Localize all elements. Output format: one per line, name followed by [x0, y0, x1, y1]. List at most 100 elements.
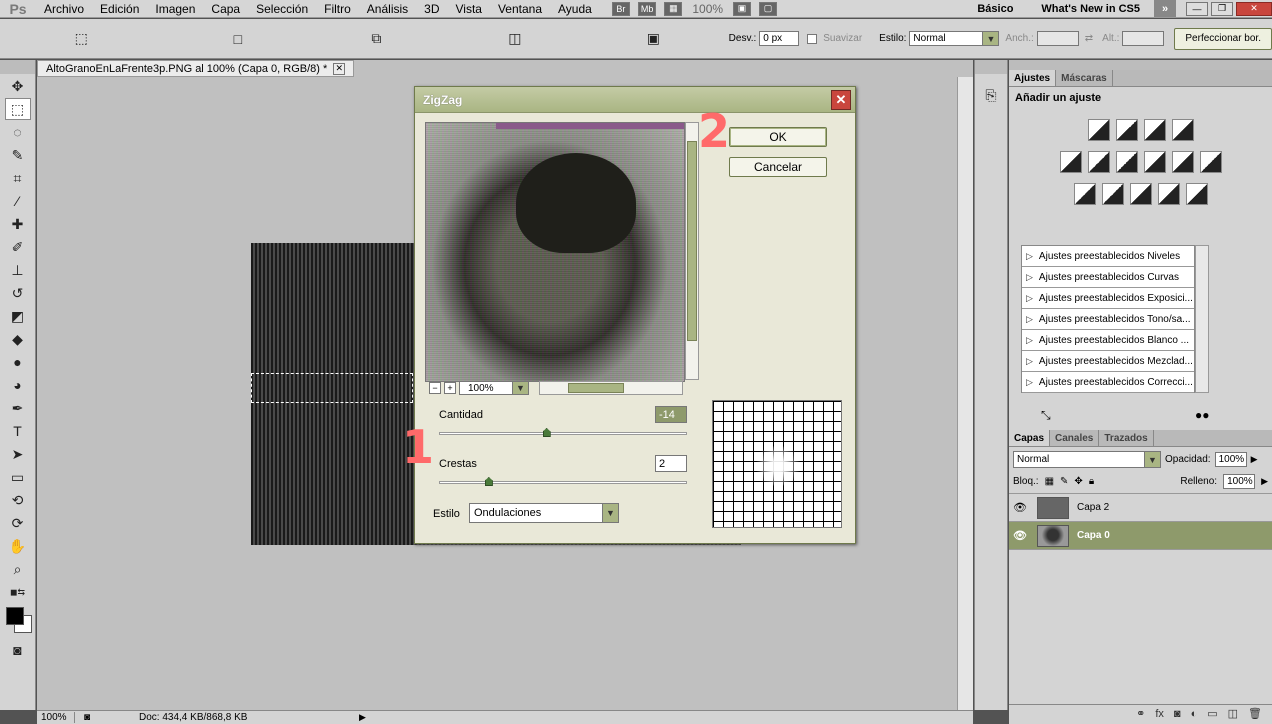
- hue-saturation-icon[interactable]: [1087, 151, 1110, 173]
- preview-zoom-select[interactable]: 100% ▼: [459, 381, 529, 395]
- minibridge-button[interactable]: Mb: [637, 1, 657, 16]
- brush-tool-icon[interactable]: ✐: [5, 236, 31, 258]
- document-tab[interactable]: AltoGranoEnLaFrente3p.PNG al 100% (Capa …: [37, 60, 355, 77]
- lock-pixels-icon[interactable]: ✎: [1060, 476, 1068, 487]
- screen-mode-icon[interactable]: ▢: [759, 1, 778, 16]
- more-workspaces-icon[interactable]: »: [1154, 0, 1176, 17]
- lock-transparency-icon[interactable]: ▦: [1045, 476, 1054, 487]
- threshold-icon[interactable]: [1129, 183, 1152, 205]
- amount-slider[interactable]: [439, 428, 687, 437]
- width-input[interactable]: [1036, 31, 1079, 46]
- workspace-basic[interactable]: Básico: [963, 3, 1027, 15]
- paint-bucket-icon[interactable]: ◆: [5, 328, 31, 350]
- amount-input[interactable]: -14: [655, 406, 687, 423]
- fill-arrow-icon[interactable]: ▶: [1261, 476, 1268, 487]
- photo-filter-icon[interactable]: [1171, 151, 1194, 173]
- visibility-eye-icon[interactable]: 👁︎: [1009, 529, 1031, 542]
- list-item[interactable]: ▷ Ajustes preestablecidos Mezclad...: [1022, 351, 1194, 372]
- extras-icon[interactable]: ▦: [664, 1, 683, 16]
- close-doc-icon[interactable]: ✕: [333, 62, 346, 75]
- expand-icon[interactable]: ▷: [1026, 377, 1033, 388]
- tab-trazados[interactable]: Trazados: [1099, 430, 1154, 446]
- menu-archivo[interactable]: Archivo: [36, 0, 92, 18]
- menu-3d[interactable]: 3D: [416, 0, 447, 18]
- ridges-slider-thumb[interactable]: [484, 477, 493, 486]
- zoom-level[interactable]: 100%: [692, 2, 723, 16]
- quick-mask-icon[interactable]: ◙: [5, 639, 31, 661]
- list-item[interactable]: ▷ Ajustes preestablecidos Blanco ...: [1022, 330, 1194, 351]
- posterize-icon[interactable]: [1101, 183, 1124, 205]
- tab-ajustes[interactable]: Ajustes: [1009, 70, 1057, 86]
- 3d-orbit-icon[interactable]: ⟳: [5, 512, 31, 534]
- marquee-tool-icon[interactable]: ⬚: [4, 98, 31, 120]
- invert-icon[interactable]: [1073, 183, 1096, 205]
- blur-tool-icon[interactable]: ●: [5, 351, 31, 373]
- style-select[interactable]: Normal ▼: [909, 31, 1000, 46]
- list-item[interactable]: ▷ Ajustes preestablecidos Curvas: [1022, 267, 1194, 288]
- tab-mascaras[interactable]: Máscaras: [1056, 70, 1113, 86]
- ok-button[interactable]: OK: [729, 127, 827, 147]
- list-item[interactable]: ▷ Ajustes preestablecidos Niveles: [1022, 246, 1194, 267]
- eraser-tool-icon[interactable]: ◩: [5, 305, 31, 327]
- history-panel-icon[interactable]: ⎘: [978, 84, 1004, 106]
- new-group-icon[interactable]: ▭: [1207, 707, 1217, 720]
- style-select[interactable]: Ondulaciones ▼: [469, 503, 619, 523]
- ridges-input[interactable]: 2: [655, 455, 687, 472]
- height-input[interactable]: [1122, 31, 1165, 46]
- channel-mixer-icon[interactable]: [1199, 151, 1222, 173]
- quick-select-tool-icon[interactable]: ✎: [5, 144, 31, 166]
- foreground-color[interactable]: [6, 607, 24, 625]
- workspace-new[interactable]: What's New in CS5: [1027, 3, 1154, 15]
- curves-icon[interactable]: [1143, 119, 1166, 141]
- lasso-tool-icon[interactable]: ◌: [5, 121, 31, 143]
- layer-mask-icon[interactable]: ◙: [1174, 708, 1181, 720]
- lock-all-icon[interactable]: 🔒︎: [1089, 476, 1094, 487]
- 3d-rotate-icon[interactable]: ⟲: [5, 489, 31, 511]
- ridges-slider[interactable]: [439, 477, 687, 486]
- status-arrow-icon[interactable]: ▶: [359, 712, 366, 723]
- visibility-eye-icon[interactable]: 👁︎: [1009, 501, 1031, 514]
- filter-preview[interactable]: [425, 122, 685, 382]
- color-swatches[interactable]: [4, 605, 32, 637]
- history-brush-icon[interactable]: ↺: [5, 282, 31, 304]
- expand-icon[interactable]: ▷: [1026, 251, 1033, 262]
- expand-icon[interactable]: ▷: [1026, 293, 1033, 304]
- fill-input[interactable]: 100%: [1223, 474, 1256, 489]
- document-scrollbar[interactable]: [957, 77, 973, 710]
- blend-mode-select[interactable]: Normal ▼: [1013, 451, 1161, 468]
- expand-icon[interactable]: ▷: [1026, 335, 1033, 346]
- stamp-tool-icon[interactable]: ⊥: [5, 259, 31, 281]
- brightness-icon[interactable]: [1087, 119, 1110, 141]
- menu-ventana[interactable]: Ventana: [490, 0, 550, 18]
- preview-vscroll-thumb[interactable]: [687, 141, 697, 341]
- cancel-button[interactable]: Cancelar: [729, 157, 827, 177]
- menu-imagen[interactable]: Imagen: [147, 0, 203, 18]
- add-selection-icon[interactable]: ⧉: [367, 28, 385, 50]
- status-icon[interactable]: ◙: [75, 712, 99, 723]
- opacity-arrow-icon[interactable]: ▶: [1251, 454, 1258, 465]
- expand-icon[interactable]: ▷: [1026, 356, 1033, 367]
- delete-layer-icon[interactable]: 🗑︎: [1248, 707, 1262, 720]
- restore-icon[interactable]: ❐: [1211, 1, 1233, 16]
- swap-icon[interactable]: ⇄: [1085, 33, 1093, 44]
- default-colors-icon[interactable]: ◼⇆: [5, 581, 31, 603]
- new-selection-icon[interactable]: □: [229, 28, 247, 50]
- tab-capas[interactable]: Capas: [1009, 430, 1051, 446]
- amount-slider-thumb[interactable]: [542, 428, 551, 437]
- panel-circles-icon[interactable]: ●●: [1195, 408, 1210, 422]
- layer-style-icon[interactable]: fx: [1155, 708, 1164, 720]
- eyedropper-tool-icon[interactable]: ⁄: [5, 190, 31, 212]
- minimize-icon[interactable]: —: [1186, 1, 1208, 16]
- vibrance-icon[interactable]: [1059, 151, 1082, 173]
- path-select-icon[interactable]: ➤: [5, 443, 31, 465]
- intersect-selection-icon[interactable]: ▣: [644, 28, 662, 50]
- bridge-button[interactable]: Br: [611, 1, 630, 16]
- list-item[interactable]: ▷ Ajustes preestablecidos Tono/sa...: [1022, 309, 1194, 330]
- list-item[interactable]: ▷ Ajustes preestablecidos Exposici...: [1022, 288, 1194, 309]
- new-layer-icon[interactable]: ◫: [1228, 707, 1238, 720]
- close-icon[interactable]: ✕: [1236, 1, 1272, 16]
- preview-vscroll[interactable]: [685, 122, 699, 380]
- hand-tool-icon[interactable]: ✋: [5, 535, 31, 557]
- dodge-tool-icon[interactable]: ◕: [5, 374, 31, 396]
- zoom-in-icon[interactable]: +: [444, 382, 456, 394]
